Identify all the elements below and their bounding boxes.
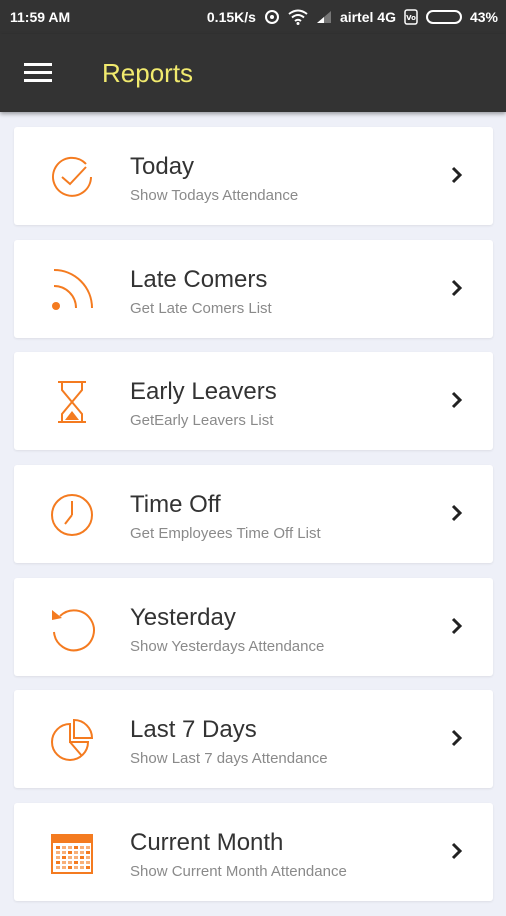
report-subtitle: GetEarly Leavers List — [130, 412, 274, 430]
chevron-right-icon — [449, 165, 465, 185]
app-bar: Reports — [0, 34, 506, 112]
wifi-icon — [288, 9, 308, 25]
svg-text:Vo: Vo — [406, 14, 416, 22]
report-title: Late Comers — [130, 265, 268, 293]
carrier-name: airtel 4G — [339, 9, 396, 25]
battery-percent: 43% — [469, 9, 498, 25]
hourglass-icon — [48, 378, 96, 426]
clock-icon — [48, 491, 96, 539]
status-right: 0.15K/s airtel 4G Vo 43% — [207, 9, 498, 25]
report-list: Today Show Todays Attendance Late Comers… — [14, 127, 493, 916]
pie-chart-icon — [48, 716, 96, 764]
report-subtitle: Show Todays Attendance — [130, 187, 299, 204]
report-item-late-comers[interactable]: Late Comers Get Late Comers List — [14, 239, 493, 338]
report-title: Current Month — [130, 829, 284, 857]
sync-icon — [264, 9, 280, 25]
report-item-early-leavers[interactable]: Early Leavers GetEarly Leavers List — [14, 352, 493, 451]
page-title: Reports — [102, 58, 194, 88]
undo-circle-icon — [48, 604, 96, 652]
status-bar: 11:59 AM 0.15K/s airtel 4G Vo 43% — [0, 0, 506, 34]
report-subtitle: Show Yesterdays Attendance — [130, 637, 325, 655]
calendar-icon — [48, 829, 96, 877]
chevron-right-icon — [449, 616, 465, 636]
chevron-right-icon — [449, 728, 465, 748]
report-subtitle: Show Last 7 days Attendance — [130, 750, 328, 768]
report-item-current-month[interactable]: Current Month Show Current Month Attenda… — [14, 803, 493, 902]
chevron-right-icon — [449, 841, 465, 861]
signal-waves-icon — [48, 266, 96, 314]
check-circle-icon — [48, 153, 96, 201]
report-item-time-off[interactable]: Time Off Get Employees Time Off List — [14, 465, 493, 564]
report-item-yesterday[interactable]: Yesterday Show Yesterdays Attendance — [14, 577, 493, 676]
report-item-today[interactable]: Today Show Todays Attendance — [14, 127, 493, 225]
report-title: Yesterday — [130, 603, 236, 631]
signal-icon — [316, 10, 332, 24]
report-subtitle: Get Employees Time Off List — [130, 525, 321, 543]
report-title: Time Off — [130, 491, 221, 519]
report-item-last-7-days[interactable]: Last 7 Days Show Last 7 days Attendance — [14, 690, 493, 789]
report-title: Last 7 Days — [130, 716, 257, 744]
status-time: 11:59 AM — [10, 9, 71, 25]
report-title: Early Leavers — [130, 378, 277, 406]
report-subtitle: Show Current Month Attendance — [130, 863, 347, 881]
network-speed: 0.15K/s — [206, 9, 256, 25]
battery-icon — [425, 10, 462, 24]
chevron-right-icon — [449, 278, 465, 298]
report-title: Today — [130, 153, 195, 180]
volte-icon: Vo — [404, 9, 418, 25]
report-subtitle: Get Late Comers List — [130, 299, 272, 317]
chevron-right-icon — [449, 390, 465, 410]
chevron-right-icon — [449, 503, 465, 523]
hamburger-menu-icon[interactable] — [24, 61, 54, 85]
